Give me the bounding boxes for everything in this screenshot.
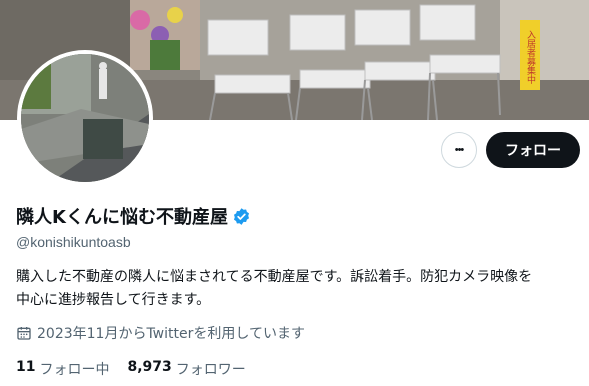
- user-handle: @konishikuntoasb: [16, 234, 131, 250]
- display-name-text: 隣人Kくんに悩む不動産屋: [16, 207, 228, 228]
- follow-stats: 11 フォロー中 8,973 フォロワー: [16, 359, 246, 379]
- following-count: 11: [16, 359, 36, 375]
- avatar[interactable]: [17, 50, 153, 186]
- more-options-button[interactable]: •••: [441, 132, 477, 168]
- banner-sign-text: 入居者募集中: [525, 30, 536, 85]
- bio-line: 中心に進捗報告して行きます。: [16, 292, 211, 308]
- bio: 購入した不動産の隣人に悩まされてる不動産屋です。訴訟着手。防犯カメラ映像を 中心…: [16, 266, 581, 312]
- following-label: フォロー中: [39, 362, 110, 378]
- followers-link[interactable]: 8,973 フォロワー: [127, 359, 245, 379]
- bio-line: 購入した不動産の隣人に悩まされてる不動産屋です。訴訟着手。防犯カメラ映像を: [16, 269, 533, 285]
- more-icon: •••: [454, 144, 465, 156]
- calendar-icon: [16, 325, 32, 341]
- followers-label: フォロワー: [175, 362, 246, 378]
- join-date: 2023年11月からTwitterを利用しています: [16, 323, 305, 343]
- follow-button[interactable]: フォロー: [486, 132, 580, 168]
- join-date-text: 2023年11月からTwitterを利用しています: [37, 326, 305, 342]
- display-name: 隣人Kくんに悩む不動産屋: [16, 203, 251, 229]
- verified-badge-icon[interactable]: [232, 207, 251, 226]
- following-link[interactable]: 11 フォロー中: [16, 359, 109, 379]
- followers-count: 8,973: [127, 359, 172, 375]
- follow-button-label: フォロー: [505, 143, 561, 159]
